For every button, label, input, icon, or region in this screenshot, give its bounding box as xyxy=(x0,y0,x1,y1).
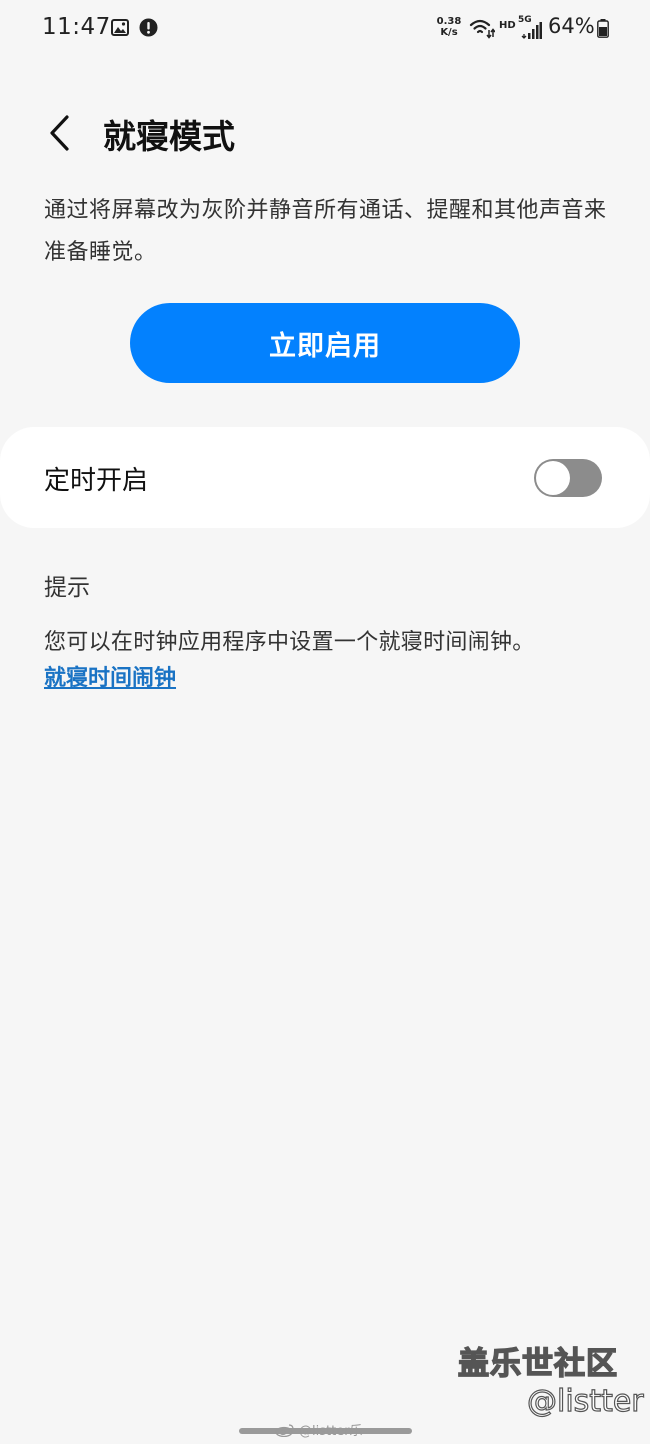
tips-text: 您可以在时钟应用程序中设置一个就寝时间闹钟。 xyxy=(44,630,535,655)
tips-header: 提示 xyxy=(44,575,90,601)
battery-icon xyxy=(597,19,609,38)
weibo-watermark: @listter乐 xyxy=(275,1420,363,1439)
handle-watermark: @listter xyxy=(526,1383,644,1419)
weibo-icon xyxy=(275,1423,294,1437)
network-speed-value: 0.38 xyxy=(436,16,462,27)
wifi-icon xyxy=(469,19,495,39)
schedule-row[interactable]: 定时开启 xyxy=(0,427,650,528)
page-title: 就寝模式 xyxy=(103,117,235,156)
battery-percent: 64% xyxy=(548,14,595,38)
toggle-knob xyxy=(536,461,570,495)
status-time: 11:47 xyxy=(42,14,111,40)
community-watermark: 盖乐世社区 xyxy=(457,1345,618,1383)
network-speed: 0.38 K/s xyxy=(436,16,462,38)
enable-now-button[interactable]: 立即启用 xyxy=(130,303,520,383)
network-speed-unit: K/s xyxy=(440,27,458,38)
chevron-left-icon xyxy=(50,115,69,151)
mode-description: 通过将屏幕改为灰阶并静音所有通话、提醒和其他声音来准备睡觉。 xyxy=(44,198,607,265)
alert-icon xyxy=(139,18,158,37)
gallery-icon xyxy=(111,19,129,36)
schedule-toggle[interactable] xyxy=(534,459,602,497)
hd-indicator: HD xyxy=(499,20,516,31)
bedtime-alarm-link[interactable]: 就寝时间闹钟 xyxy=(44,660,176,692)
signal-icon xyxy=(521,22,542,39)
status-bar: 11:47 0.38 K/s HD 5G 64% xyxy=(0,0,650,58)
weibo-handle: @listter乐 xyxy=(299,1424,363,1439)
back-button[interactable] xyxy=(36,108,82,158)
schedule-label: 定时开启 xyxy=(44,466,149,496)
